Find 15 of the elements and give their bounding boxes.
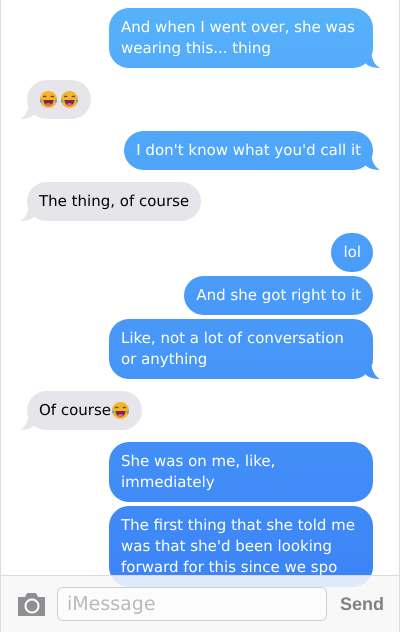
message-text: lol bbox=[343, 243, 361, 261]
message-field[interactable]: iMessage bbox=[57, 587, 327, 621]
message-text: She was on me, like, immediately bbox=[121, 452, 276, 491]
message-text: Of course bbox=[39, 401, 111, 419]
camera-icon[interactable] bbox=[16, 590, 47, 618]
message-text: I don't know what you'd call it bbox=[136, 141, 361, 159]
message-text: And she got right to it bbox=[196, 286, 361, 304]
laughing-face-icon bbox=[111, 401, 130, 420]
laughing-face-icon bbox=[60, 90, 79, 110]
message-text: The thing, of course bbox=[39, 192, 190, 210]
message-text: Like, not a lot of conversation or anything bbox=[121, 329, 344, 368]
laughing-face-icon bbox=[39, 90, 58, 110]
message-text: The first thing that she told me was that she'd been looking forward for this since we spo bbox=[121, 516, 356, 576]
send-button[interactable]: Send bbox=[336, 594, 384, 614]
message-text: And when I went over, she was wearing this... thing bbox=[121, 18, 355, 57]
